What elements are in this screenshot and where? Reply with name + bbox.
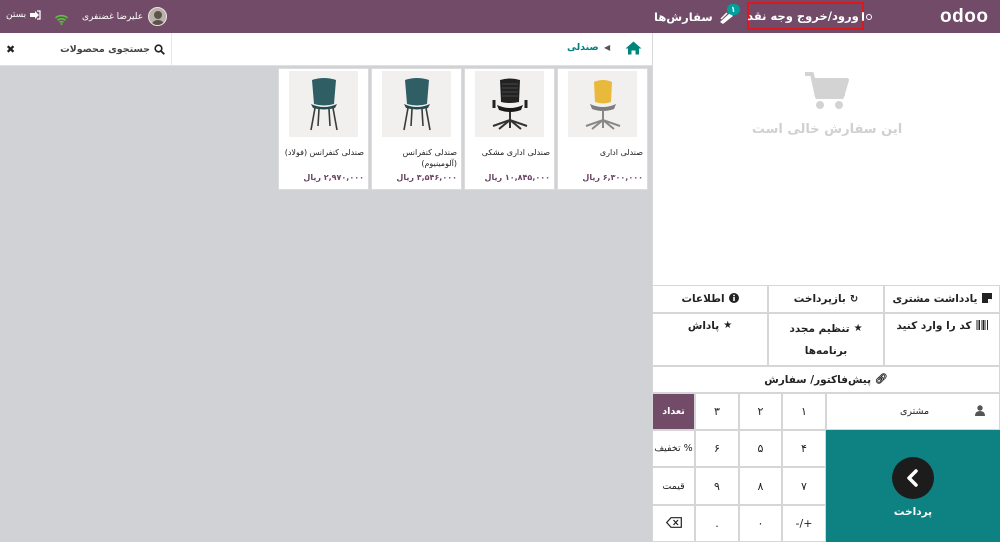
search-icon [154,40,165,59]
cash-in-out-label: ورود/خروج وجه نقد [747,9,859,23]
chevron-left-icon [892,457,934,499]
product-card[interactable]: صندلی اداری مشکی ۱۰,۸۴۵,۰۰۰ ریال [464,68,555,190]
info-button[interactable]: اطلاعات [652,285,768,313]
close-button[interactable]: بستن [6,10,41,20]
programs-label: برنامه‌ها [804,344,848,357]
user-icon [975,405,985,419]
numpad-key-1[interactable]: ۱ [782,393,826,430]
enter-code-label: کد را وارد کنید [896,320,972,332]
numpad-key-0[interactable]: ۰ [739,505,782,542]
quantity-mode-button[interactable]: تعداد [652,393,695,430]
product-price: ۶,۳۰۰,۰۰۰ ریال [582,173,643,182]
wifi-icon [54,10,69,29]
link-icon: 🔗︎ [875,374,888,385]
star-icon: ★ [723,320,733,331]
quotation-order-button[interactable]: 🔗︎ پیش‌فاکتور/ سفارش [652,366,1000,393]
barcode-icon [975,320,988,333]
product-card[interactable]: صندلی کنفرانس (آلومینیوم) ۳,۵۴۶,۰۰۰ ریال [371,68,462,190]
numpad-key-5[interactable]: ۵ [739,430,782,467]
numpad-key-4[interactable]: ۴ [782,430,826,467]
sign-out-icon [30,10,41,20]
info-icon [728,292,739,306]
numpad-key-8[interactable]: ۸ [739,467,782,505]
decimal-point-button[interactable]: . [695,505,739,542]
numpad-key-7[interactable]: ۷ [782,467,826,505]
reward-label: پاداش [687,320,720,332]
customer-label: مشتری [900,406,930,417]
clear-search-icon[interactable]: ✖ [6,43,15,56]
product-card[interactable]: صندلی کنفرانس (فولاد) ۲,۹۷۰,۰۰۰ ریال [278,68,369,190]
product-image [568,71,637,137]
empty-order-message: این سفارش خالی است [751,122,903,137]
customer-note-button[interactable]: یادداشت مشتری [884,285,1000,313]
customer-button[interactable]: مشتری [826,393,1000,430]
avatar [148,7,168,26]
product-search: ✖ [0,33,172,65]
sticky-note-icon [981,292,992,306]
info-label: اطلاعات [681,293,725,305]
product-name: صندلی اداری [599,148,643,157]
product-price: ۲,۹۷۰,۰۰۰ ریال [303,173,364,182]
orders-count-badge: ۱ [726,4,740,15]
customer-note-label: یادداشت مشتری [892,293,978,305]
reward-button[interactable]: ★ پاداش [652,313,768,366]
product-name: صندلی اداری مشکی [481,148,550,157]
orders-button[interactable]: ۱ سفارش‌ها [654,4,740,28]
home-icon[interactable] [625,40,642,59]
user-name: علیرضا غضنفری [82,11,144,22]
order-pane: این سفارش خالی است [652,33,1000,285]
numpad-key-9[interactable]: ۹ [695,467,739,505]
refund-button[interactable]: ↻ بازپرداخت [768,285,884,313]
orders-label: سفارش‌ها [654,10,713,24]
reset-programs-button[interactable]: ★ تنظیم مجدد برنامه‌ها [768,313,884,366]
product-name: صندلی کنفرانس (آلومینیوم) [402,148,457,168]
backspace-icon [665,516,682,531]
products-toolbar: ◀ صندلی ✖ [0,33,652,66]
product-card[interactable]: صندلی اداری ۶,۳۰۰,۰۰۰ ریال [557,68,648,190]
numpad-key-6[interactable]: ۶ [695,430,739,467]
search-input[interactable] [40,43,150,55]
quotation-label: پیش‌فاکتور/ سفارش [764,373,872,386]
shopping-cart-icon [805,71,849,115]
backspace-button[interactable] [652,505,695,542]
top-navbar: odoo ورود/خروج وجه نقد ۱ سفارش‌ها علیرضا… [0,0,1000,33]
product-image [289,71,358,137]
numpad-key-3[interactable]: ۳ [695,393,739,430]
odoo-logo: odoo [940,6,989,27]
product-image [382,71,451,137]
cashier-user[interactable]: علیرضا غضنفری [82,7,168,26]
cash-in-out-button[interactable]: ورود/خروج وجه نقد [747,2,872,30]
enter-code-button[interactable]: کد را وارد کنید [884,313,1000,366]
breadcrumb-separator-icon: ◀ [604,43,611,52]
refund-label: بازپرداخت [793,293,846,305]
money-icon [861,11,872,21]
payment-button[interactable]: پرداخت [826,430,1000,542]
discount-mode-button[interactable]: % تخفیف [652,430,695,467]
plus-minus-button[interactable]: +/- [782,505,826,542]
product-name: صندلی کنفرانس (فولاد) [284,148,364,157]
numpad-key-2[interactable]: ۲ [739,393,782,430]
payment-label: پرداخت [893,506,933,518]
product-price: ۱۰,۸۴۵,۰۰۰ ریال [484,173,550,182]
product-image [475,71,544,137]
breadcrumb-category[interactable]: صندلی [567,42,599,53]
reset-label: تنظیم مجدد [789,322,850,335]
star-icon: ★ [853,323,863,334]
product-price: ۳,۵۴۶,۰۰۰ ریال [396,173,457,182]
orders-icon: ۱ [718,4,740,24]
undo-icon: ↻ [849,293,859,305]
close-label: بستن [6,10,27,20]
price-mode-button[interactable]: قیمت [652,467,695,505]
